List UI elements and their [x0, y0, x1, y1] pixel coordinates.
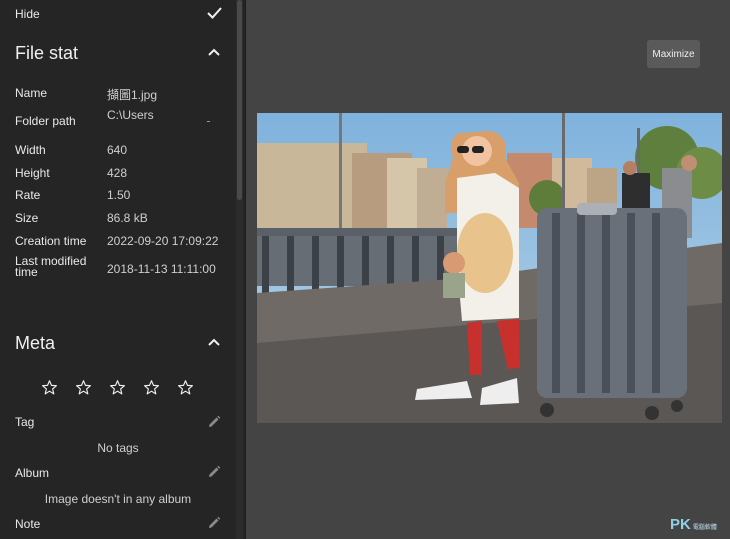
chevron-up-icon[interactable] — [207, 45, 221, 64]
file-stat-label-folder: Folder path — [15, 114, 76, 128]
file-stat-value-size: 86.8 kB — [107, 211, 148, 225]
file-stat-value-height: 428 — [107, 166, 128, 180]
no-album-text: Image doesn't in any album — [44, 492, 192, 506]
file-stat-value-name: 擷圖1.jpg — [107, 88, 158, 102]
file-stat-label-creation: Creation time — [15, 234, 87, 248]
file-stat-label-modified: Last modified time — [15, 254, 87, 279]
file-stat-value-folder: C:\Users — [107, 108, 154, 122]
album-label: Album — [15, 466, 50, 480]
info-sidebar: Hide File stat Name 擷圖1.jpg Folder path … — [0, 0, 246, 539]
edit-album-pencil-icon[interactable] — [207, 465, 221, 484]
file-stat-label-size: Size — [15, 211, 39, 225]
sidebar-scrollbar-thumb[interactable] — [237, 0, 242, 200]
edit-note-pencil-icon[interactable] — [207, 516, 221, 535]
star-icon-4[interactable] — [143, 379, 160, 401]
check-icon[interactable] — [207, 6, 222, 25]
edit-tag-pencil-icon[interactable] — [207, 415, 221, 434]
no-tags-text: No tags — [97, 441, 139, 455]
file-stat-label-width: Width — [15, 143, 46, 157]
file-stat-label-height: Height — [15, 166, 50, 180]
star-icon-5[interactable] — [177, 379, 194, 401]
file-stat-label-name: Name — [15, 86, 48, 100]
preview-photo[interactable] — [257, 113, 722, 423]
photo-illustration — [257, 113, 722, 423]
pk-watermark: PK 電腦軟體 — [670, 516, 717, 533]
file-stat-label-rate: Rate — [15, 188, 41, 202]
maximize-button[interactable]: Maximize — [647, 40, 700, 68]
watermark-subtext: 電腦軟體 — [692, 525, 717, 531]
note-label: Note — [15, 517, 41, 531]
file-stat-value-modified: 2018-11-13 11:11:00 — [107, 262, 216, 276]
file-stat-value-rate: 1.50 — [107, 188, 131, 202]
folder-path-ellipsis — [207, 121, 210, 122]
tag-label: Tag — [15, 415, 35, 429]
meta-title: Meta — [15, 333, 56, 353]
watermark-text: PK — [670, 516, 691, 533]
star-icon-2[interactable] — [75, 379, 92, 401]
star-icon-1[interactable] — [41, 379, 58, 401]
hide-label[interactable]: Hide — [15, 7, 40, 21]
chevron-up-icon[interactable] — [207, 335, 221, 354]
star-icon-3[interactable] — [109, 379, 126, 401]
file-stat-title: File stat — [15, 43, 79, 63]
file-stat-value-width: 640 — [107, 143, 128, 157]
file-stat-value-creation: 2022-09-20 17:09:22 — [107, 234, 219, 248]
